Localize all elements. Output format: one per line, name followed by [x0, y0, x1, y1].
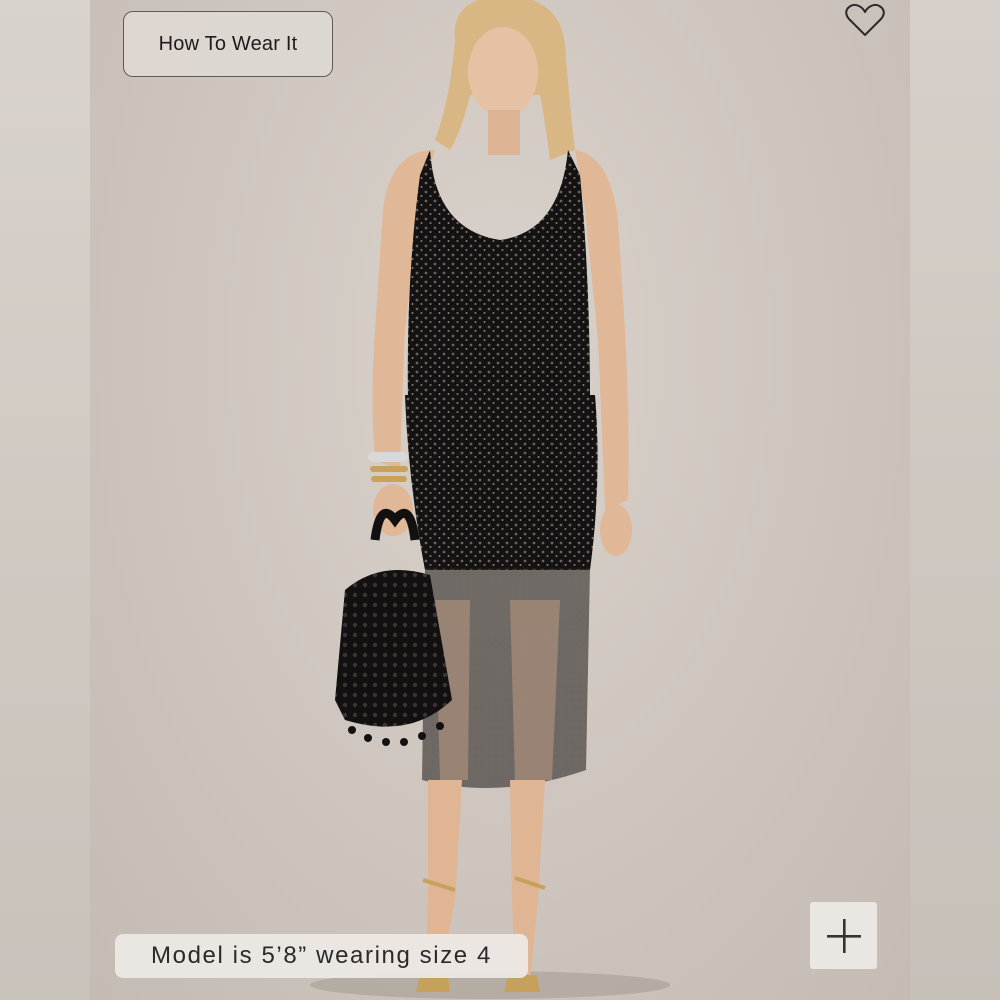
product-image-viewer: How To Wear It Model is 5’8” wearing siz…	[0, 0, 1000, 1000]
zoom-button[interactable]	[810, 902, 877, 969]
product-photo[interactable]	[90, 0, 910, 1000]
model-illustration	[310, 0, 670, 999]
plus-icon	[826, 918, 861, 953]
left-backdrop	[0, 0, 90, 1000]
wishlist-button[interactable]	[842, 0, 888, 40]
heart-outline-icon	[845, 3, 885, 36]
how-to-wear-it-button[interactable]: How To Wear It	[123, 11, 333, 77]
model-size-caption: Model is 5’8” wearing size 4	[115, 934, 528, 978]
model-size-text: Model is 5’8” wearing size 4	[151, 942, 492, 969]
right-backdrop	[910, 0, 1000, 1000]
